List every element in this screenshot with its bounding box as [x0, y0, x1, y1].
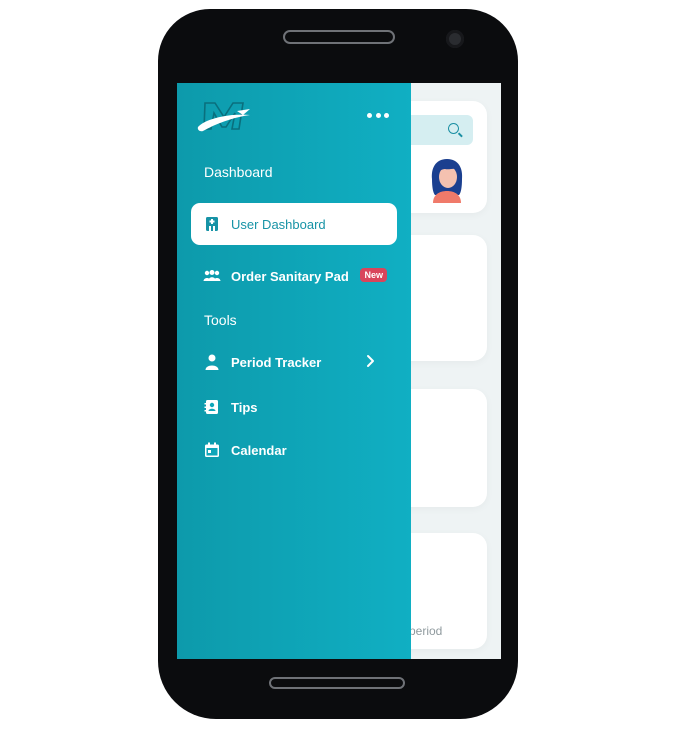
contact-card-icon — [203, 398, 221, 416]
phone-speaker — [283, 30, 395, 44]
nav-label: Period Tracker — [231, 354, 322, 370]
nav-item-period-tracker[interactable]: Period Tracker — [191, 341, 397, 383]
group-icon — [203, 267, 221, 285]
nav-label: Tips — [231, 399, 258, 415]
app-logo[interactable] — [195, 97, 253, 137]
hospital-badge-icon — [203, 215, 221, 233]
more-options-icon[interactable] — [367, 111, 389, 119]
nav-label: User Dashboard — [231, 216, 326, 232]
card-text: period — [409, 624, 443, 638]
nav-label: Order Sanitary Pad — [231, 268, 349, 284]
search-icon[interactable] — [448, 123, 459, 134]
person-icon — [203, 353, 221, 371]
new-badge: New — [360, 268, 387, 282]
chevron-right-icon[interactable] — [363, 354, 377, 368]
phone-camera — [446, 30, 464, 48]
nav-item-calendar[interactable]: Calendar — [191, 429, 397, 471]
app-screen: period Dashboard User Dashboard Order Sa… — [177, 83, 501, 659]
nav-item-user-dashboard[interactable]: User Dashboard — [191, 203, 397, 245]
calendar-icon — [203, 441, 221, 459]
nav-item-tips[interactable]: Tips — [191, 386, 397, 428]
phone-home-button[interactable] — [269, 677, 405, 689]
section-title-tools: Tools — [204, 312, 237, 328]
navigation-drawer: Dashboard User Dashboard Order Sanitary … — [177, 83, 411, 659]
nav-item-order-sanitary-pad[interactable]: Order Sanitary Pad New — [191, 255, 397, 297]
section-title-dashboard: Dashboard — [204, 164, 273, 180]
nav-label: Calendar — [231, 442, 287, 458]
avatar[interactable] — [427, 157, 467, 203]
